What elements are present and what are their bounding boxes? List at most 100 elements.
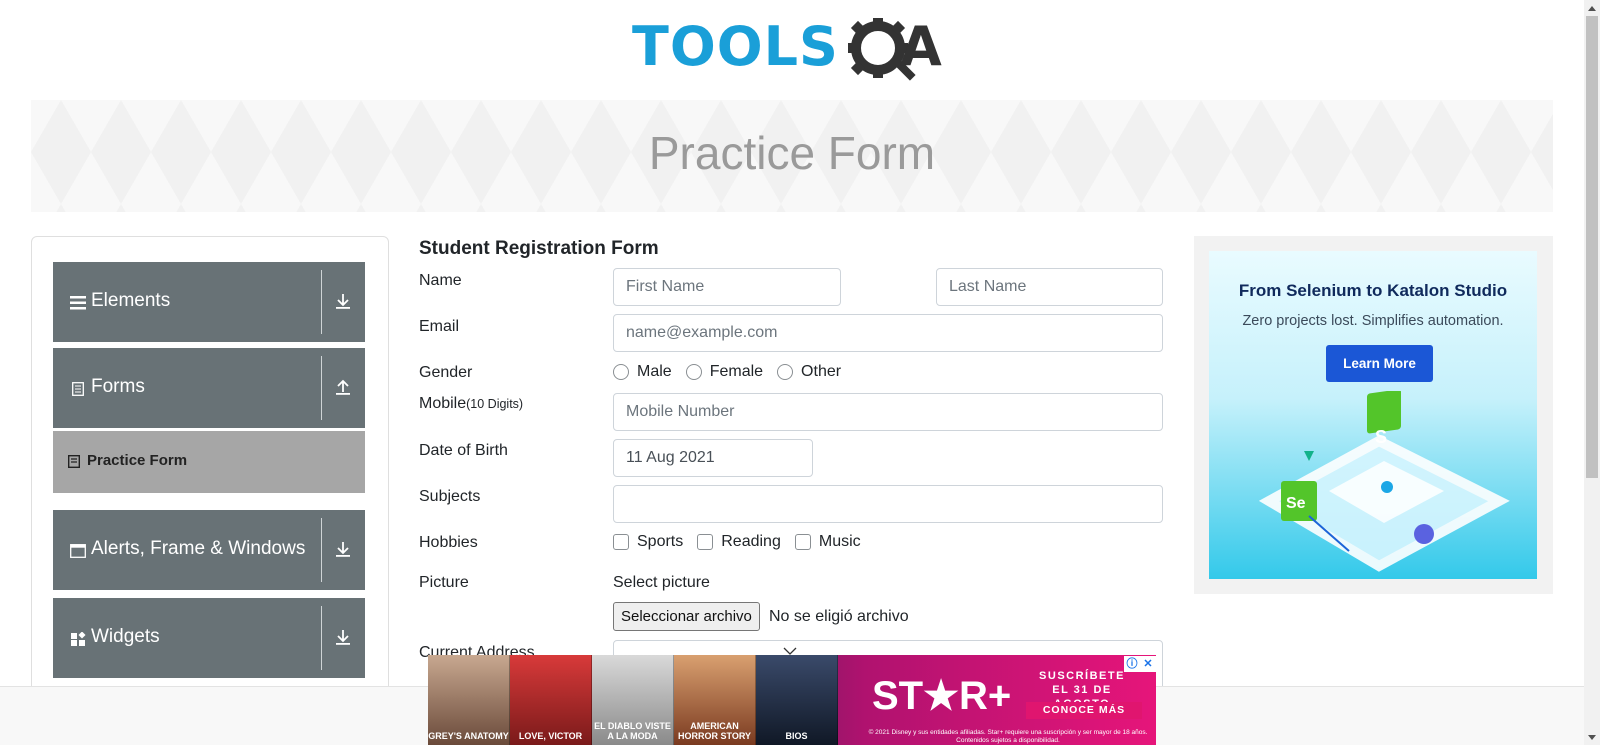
close-icon[interactable]: ✕ xyxy=(1140,656,1156,672)
gender-radio-group: Male Female Other xyxy=(613,363,855,381)
divider xyxy=(321,270,322,334)
scroll-down-icon[interactable] xyxy=(1584,729,1600,745)
vertical-scrollbar[interactable] xyxy=(1584,0,1600,745)
sidebar-group-label: Elements xyxy=(91,290,171,311)
subjects-input[interactable] xyxy=(613,485,1163,523)
dob-label: Date of Birth xyxy=(419,442,508,459)
gender-option-label: Female xyxy=(709,363,764,380)
poster-title: AMERICAN HORROR STORY xyxy=(677,721,751,741)
sidebar-item-practice-form[interactable]: Practice Form xyxy=(53,431,365,493)
hamburger-icon xyxy=(69,294,87,312)
upload-arrow-icon[interactable] xyxy=(335,378,353,400)
sidebar-group-label: Widgets xyxy=(91,626,160,647)
hobby-option-label: Music xyxy=(818,533,861,550)
subjects-label: Subjects xyxy=(419,488,481,505)
radio-button[interactable] xyxy=(685,364,702,380)
last-name-input[interactable] xyxy=(936,268,1163,306)
divider xyxy=(321,606,322,670)
name-label: Name xyxy=(419,272,462,289)
sidebar: Elements Forms Practice Form Alerts, Fra… xyxy=(31,236,389,745)
mobile-label: Mobile(10 Digits) xyxy=(419,395,523,413)
conoce-mas-button[interactable]: CONOCE MÁS xyxy=(1026,702,1142,719)
widgets-icon xyxy=(69,630,87,648)
sidebar-group-alerts[interactable]: Alerts, Frame & Windows xyxy=(53,510,365,590)
advert-headline: From Selenium to Katalon Studio xyxy=(1238,281,1508,300)
email-input[interactable] xyxy=(613,314,1163,352)
poster: LOVE, VICTOR xyxy=(510,655,592,745)
cta-line-1: SUSCRÍBETE xyxy=(1039,670,1125,682)
hobby-sports-option[interactable]: Sports xyxy=(613,533,683,551)
poster-title: LOVE, VICTOR xyxy=(518,731,583,741)
date-of-birth-input[interactable] xyxy=(613,439,813,477)
poster: GREY'S ANATOMY xyxy=(428,655,510,745)
file-status-text: No se eligió archivo xyxy=(769,608,909,625)
download-arrow-icon[interactable] xyxy=(335,628,353,650)
advert-panel: From Selenium to Katalon Studio Zero pro… xyxy=(1209,251,1537,579)
sidebar-group-forms[interactable]: Forms xyxy=(53,348,365,428)
checkbox[interactable] xyxy=(613,534,629,550)
logo-text-end: A xyxy=(900,15,942,78)
gender-option-label: Other xyxy=(801,363,842,380)
radio-button[interactable] xyxy=(613,364,629,380)
checkbox[interactable] xyxy=(697,534,714,550)
window-icon xyxy=(69,542,87,560)
hobbies-label: Hobbies xyxy=(419,534,478,551)
gender-label: Gender xyxy=(419,364,473,381)
gender-other-option[interactable]: Other xyxy=(777,363,841,381)
learn-more-button[interactable]: Learn More xyxy=(1326,345,1433,382)
divider xyxy=(321,356,322,420)
toolsqa-logo[interactable]: TOOLS A xyxy=(632,14,962,90)
logo-text: TOOLS xyxy=(632,15,839,78)
choose-file-button[interactable]: Seleccionar archivo xyxy=(613,602,760,631)
advert-legal: © 2021 Disney y sus entidades afiliadas.… xyxy=(868,729,1148,744)
sidebar-group-label: Alerts, Frame & Windows xyxy=(91,538,306,559)
divider xyxy=(321,518,322,582)
download-arrow-icon[interactable] xyxy=(335,540,353,562)
poster-title: GREY'S ANATOMY xyxy=(428,731,509,741)
poster: AMERICAN HORROR STORY xyxy=(674,655,756,745)
picture-prompt: Select picture xyxy=(613,574,710,591)
advert-illustration: S Se xyxy=(1258,391,1510,572)
hobby-option-label: Sports xyxy=(637,533,684,550)
sidebar-group-elements[interactable]: Elements xyxy=(53,262,365,342)
picture-label: Picture xyxy=(419,574,469,591)
gender-female-option[interactable]: Female xyxy=(685,363,764,381)
poster: EL DIABLO VISTE A LA MODA xyxy=(592,655,674,745)
first-name-input[interactable] xyxy=(613,268,841,306)
poster-title: EL DIABLO VISTE A LA MODA xyxy=(594,721,671,741)
poster-title: BIOS xyxy=(785,731,808,741)
page-title: Practice Form xyxy=(648,127,936,179)
hobby-music-option[interactable]: Music xyxy=(794,533,861,551)
email-label: Email xyxy=(419,318,460,335)
page-banner: Practice Form xyxy=(31,100,1553,212)
form-icon xyxy=(67,454,82,469)
scroll-up-icon[interactable] xyxy=(1584,0,1600,16)
mobile-input[interactable] xyxy=(613,393,1163,431)
advert-subline: Zero projects lost. Simplifies automatio… xyxy=(1242,313,1504,329)
gender-male-option[interactable]: Male xyxy=(613,363,672,381)
advert-posters: GREY'S ANATOMY LOVE, VICTOR EL DIABLO VI… xyxy=(428,655,838,745)
page: TOOLS A Practice Form Elements Forms Pra… xyxy=(0,0,1600,745)
scrollbar-thumb[interactable] xyxy=(1586,16,1598,478)
download-arrow-icon[interactable] xyxy=(335,292,353,314)
bottom-advert[interactable]: GREY'S ANATOMY LOVE, VICTOR EL DIABLO VI… xyxy=(428,655,1156,745)
star-plus-logo: ST★R+ xyxy=(872,674,1012,718)
gender-option-label: Male xyxy=(637,363,672,380)
document-icon xyxy=(69,380,87,398)
checkbox[interactable] xyxy=(794,534,811,550)
svg-text:Se: Se xyxy=(1286,495,1306,512)
hobby-reading-option[interactable]: Reading xyxy=(697,533,781,551)
sidebar-item-label: Practice Form xyxy=(87,452,188,469)
sidebar-group-label: Forms xyxy=(91,376,145,397)
radio-button[interactable] xyxy=(777,364,794,380)
hobby-option-label: Reading xyxy=(721,533,781,550)
sidebar-group-widgets[interactable]: Widgets xyxy=(53,598,365,678)
mobile-hint: (10 Digits) xyxy=(466,397,524,411)
hobbies-checkbox-group: Sports Reading Music xyxy=(613,533,875,551)
poster: BIOS xyxy=(756,655,838,745)
ad-controls: ⓘ ✕ xyxy=(1124,656,1156,672)
mobile-label-text: Mobile xyxy=(419,395,467,412)
sidebar-advert[interactable]: From Selenium to Katalon Studio Zero pro… xyxy=(1194,236,1553,594)
svg-text:S: S xyxy=(1375,427,1387,447)
adchoices-icon[interactable]: ⓘ xyxy=(1124,656,1140,672)
